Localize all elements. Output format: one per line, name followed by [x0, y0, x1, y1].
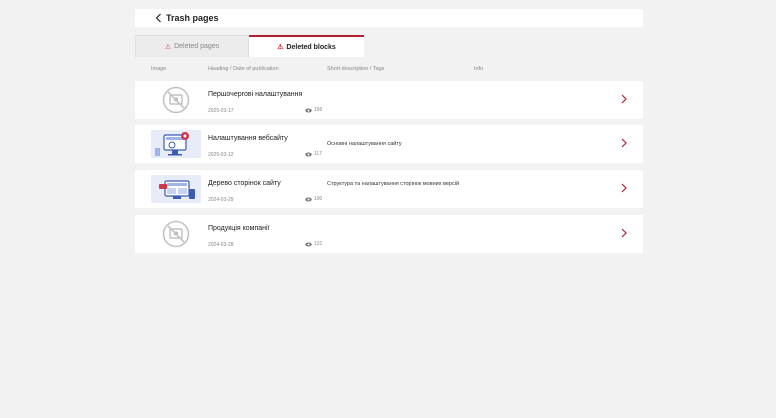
column-header-heading: Heading / Date of publication [208, 66, 279, 72]
views-value: 156 [314, 107, 323, 113]
no-image-icon [162, 86, 190, 114]
warning-icon: ⚠ [164, 43, 172, 51]
row-thumbnail [151, 86, 201, 114]
views-count: 117 [305, 151, 322, 157]
chevron-left-icon [155, 13, 161, 23]
eye-icon [305, 108, 312, 112]
table-row[interactable]: Налаштування вебсайту 2025-03-12 117 Осн… [135, 125, 643, 163]
column-header-description: Short description / Tags [327, 66, 385, 72]
row-thumbnail [151, 175, 201, 203]
row-date: 2025-03-12 [208, 152, 234, 158]
row-date: 2024-03-29 [208, 197, 234, 203]
warning-icon: ⚠ [277, 44, 284, 51]
column-header-image: Image [151, 66, 167, 72]
tab-bar: ⚠ Deleted pages ⚠ Deleted blocks [135, 35, 364, 57]
tab-deleted-pages[interactable]: ⚠ Deleted pages [135, 35, 249, 57]
eye-icon [305, 152, 312, 156]
row-thumbnail [151, 130, 201, 158]
page-header: Trash pages [135, 9, 643, 27]
tab-deleted-blocks[interactable]: ⚠ Deleted blocks [249, 35, 364, 57]
website-settings-illustration [151, 130, 201, 158]
views-count: 100 [305, 196, 322, 202]
row-title: Продукція компанії [208, 225, 270, 232]
page-tree-illustration [151, 175, 201, 203]
page-title: Trash pages [166, 13, 219, 23]
eye-icon [305, 242, 312, 246]
table-row[interactable]: Дерево сторінок сайту 2024-03-29 100 Стр… [135, 170, 643, 208]
views-count: 131 [305, 241, 322, 247]
row-title: Першочергові налаштування [208, 91, 303, 98]
chevron-right-icon[interactable] [621, 138, 627, 148]
table-row[interactable]: Першочергові налаштування 2025-03-17 156 [135, 81, 643, 119]
row-title: Дерево сторінок сайту [208, 180, 281, 187]
row-title: Налаштування вебсайту [208, 135, 288, 142]
views-value: 117 [314, 151, 322, 157]
row-thumbnail [151, 220, 201, 248]
chevron-right-icon[interactable] [621, 94, 627, 104]
chevron-right-icon[interactable] [621, 228, 627, 238]
row-date: 2024-03-28 [208, 242, 234, 248]
column-header-info: Info [474, 66, 484, 72]
back-button[interactable]: Trash pages [155, 13, 219, 23]
views-count: 156 [305, 107, 322, 113]
row-date: 2025-03-17 [208, 108, 234, 114]
row-description: Основні налаштування сайту [327, 141, 402, 147]
views-value: 100 [314, 196, 323, 202]
eye-icon [305, 197, 312, 201]
chevron-right-icon[interactable] [621, 183, 627, 193]
table-header: Image Heading / Date of publication Shor… [0, 66, 776, 75]
views-value: 131 [314, 241, 323, 247]
row-description: Структура та налаштування сторінок мовни… [327, 181, 460, 187]
no-image-icon [162, 220, 190, 248]
table-row[interactable]: Продукція компанії 2024-03-28 131 [135, 215, 643, 253]
tab-label: Deleted blocks [286, 43, 336, 51]
tab-label: Deleted pages [174, 43, 220, 50]
